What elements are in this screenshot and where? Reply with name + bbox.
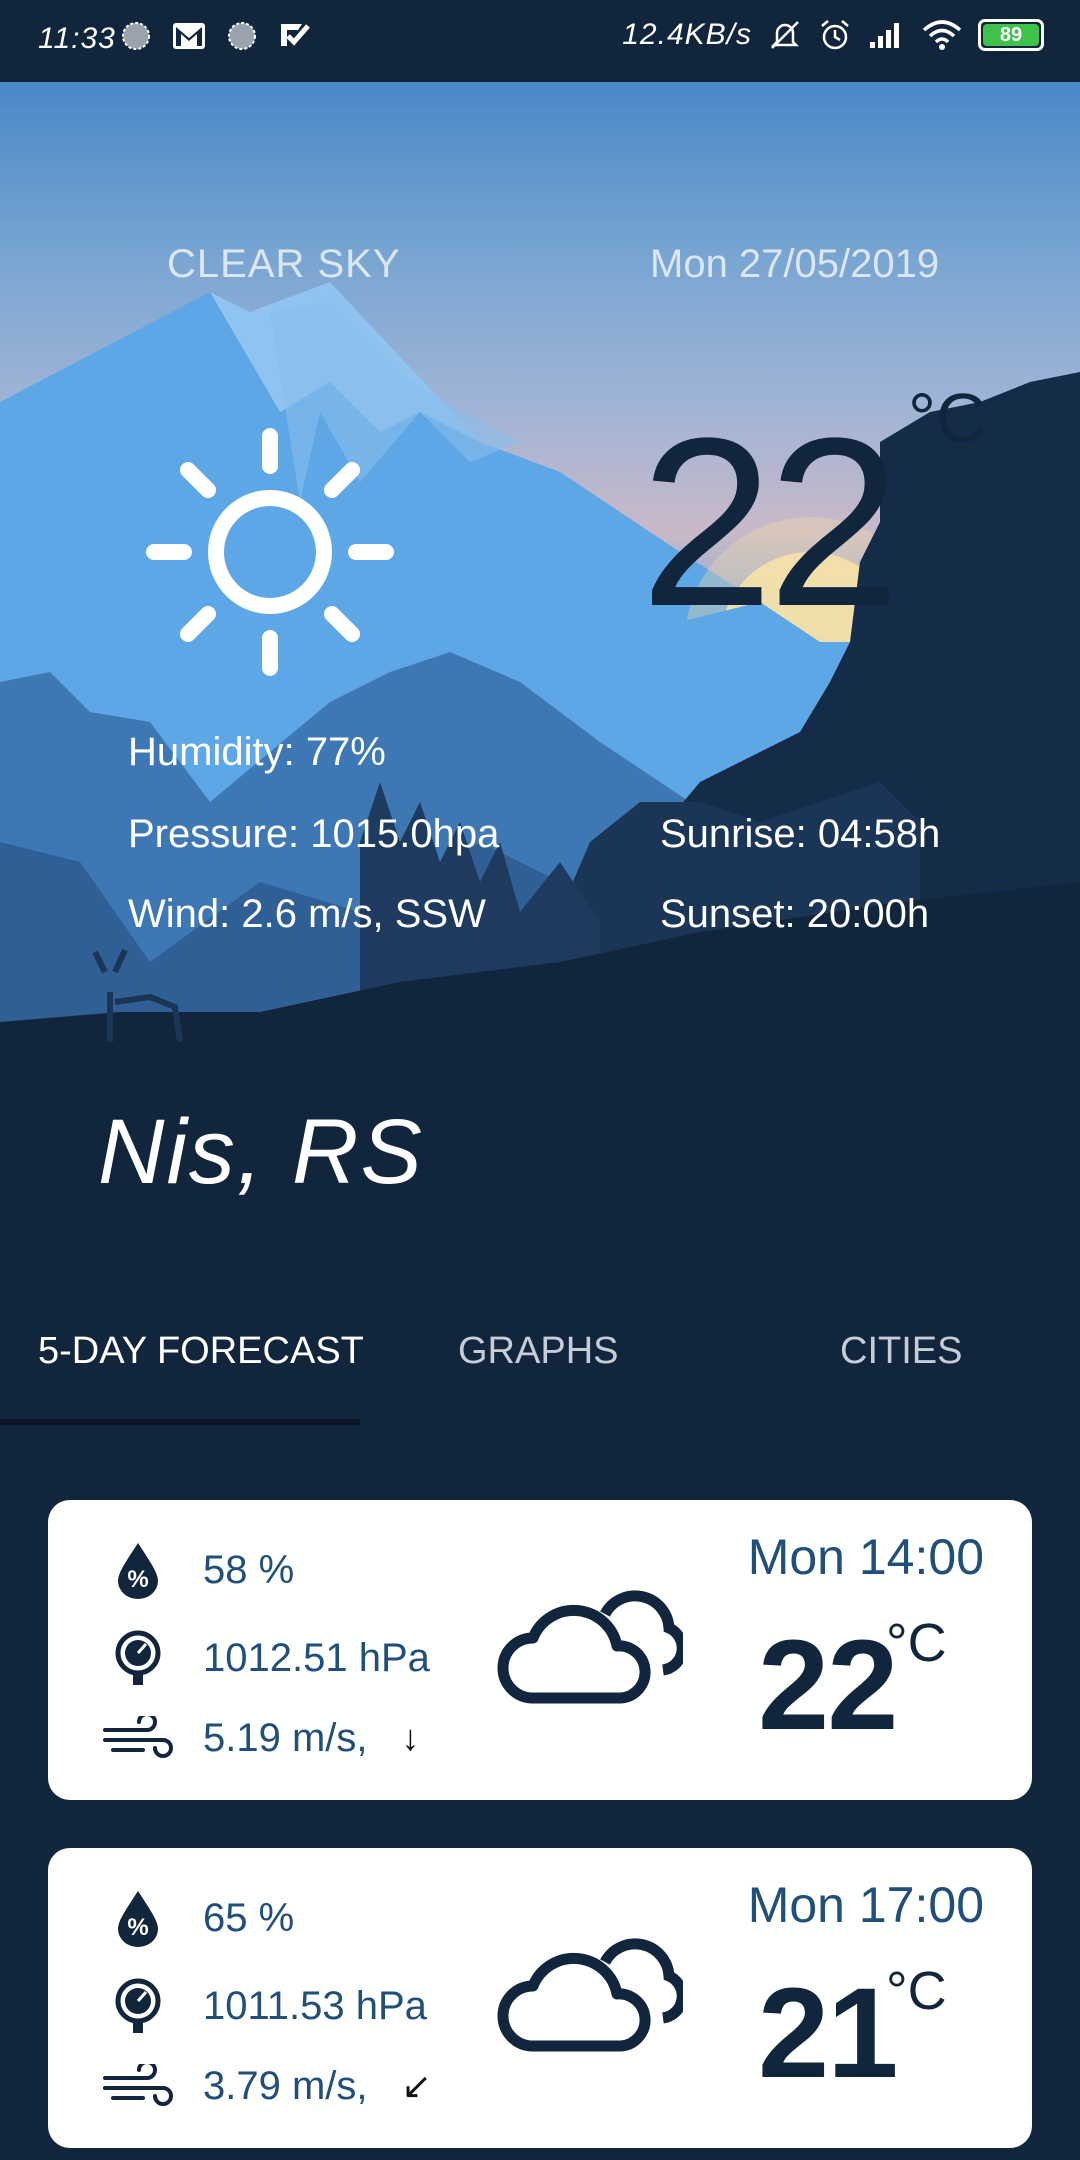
notification-icons bbox=[120, 20, 310, 52]
cloud-icon bbox=[497, 1938, 683, 2052]
humidity-label: Humidity: 77% bbox=[128, 730, 386, 774]
forecast-humidity: 65 % bbox=[203, 1895, 295, 1940]
forecast-pressure-row: 1012.51 hPa bbox=[103, 1628, 430, 1688]
forecast-time: Mon 17:00 bbox=[747, 1877, 984, 1933]
check-icon bbox=[281, 24, 310, 46]
wind-direction-arrow: ↓ bbox=[401, 1717, 420, 1758]
battery-level: 89 bbox=[999, 23, 1023, 46]
forecast-pressure: 1011.53 hPa bbox=[203, 1983, 427, 2028]
barometer-icon bbox=[103, 1976, 173, 2036]
svg-text:%: % bbox=[127, 1914, 148, 1941]
wind-direction-arrow: ↙ bbox=[401, 2065, 432, 2106]
wind-icon bbox=[103, 2056, 173, 2116]
sun-icon bbox=[146, 428, 394, 676]
tab-bar: 5-DAY FORECAST GRAPHS CITIES bbox=[0, 1300, 1080, 1430]
cloud-icon bbox=[497, 1590, 683, 1704]
forecast-temperature-unit: °C bbox=[886, 1961, 947, 2021]
forecast-wind: 5.19 m/s, bbox=[203, 1715, 368, 1760]
forecast-wind-row: 3.79 m/s, ↙ bbox=[103, 2056, 432, 2116]
forecast-time: Mon 14:00 bbox=[747, 1529, 984, 1585]
sunrise-label: Sunrise: 04:58h bbox=[660, 812, 941, 856]
forecast-temperature-unit: °C bbox=[886, 1613, 947, 1673]
forecast-humidity: 58 % bbox=[203, 1547, 295, 1592]
tab-cities[interactable]: CITIES bbox=[840, 1330, 962, 1373]
forecast-temperature: 21 bbox=[758, 1962, 898, 2105]
signal-icon bbox=[870, 23, 899, 48]
city-name: Nis, RS bbox=[98, 1101, 424, 1203]
forecast-pressure: 1012.51 hPa bbox=[203, 1635, 430, 1680]
active-tab-indicator bbox=[0, 1419, 360, 1425]
tab-5-day-forecast[interactable]: 5-DAY FORECAST bbox=[38, 1330, 364, 1373]
tab-graphs[interactable]: GRAPHS bbox=[458, 1330, 618, 1373]
forecast-card[interactable]: % 65 % 1011.53 hPa 3.79 m/s, ↙ Mon 17:00… bbox=[48, 1848, 1032, 2148]
gmail-icon bbox=[173, 23, 205, 49]
pressure-label: Pressure: 1015.0hpa bbox=[128, 812, 500, 856]
system-icons: 12.4KB/s 89 bbox=[622, 18, 1044, 52]
sunset-label: Sunset: 20:00h bbox=[660, 892, 930, 936]
current-temperature: 22 bbox=[640, 388, 901, 656]
status-bar: 11:33 12.4KB/s 89 bbox=[0, 0, 1080, 82]
battery-icon: 89 bbox=[978, 19, 1044, 51]
forecast-wind: 3.79 m/s, bbox=[203, 2063, 368, 2108]
humidity-drop-icon: % bbox=[103, 1888, 173, 1948]
barometer-icon bbox=[103, 1628, 173, 1688]
weather-condition: CLEAR SKY bbox=[167, 242, 401, 286]
status-time: 11:33 bbox=[38, 22, 116, 55]
mute-icon bbox=[770, 21, 800, 49]
forecast-temperature: 22 bbox=[758, 1614, 898, 1757]
temperature-unit: °C bbox=[908, 379, 987, 457]
alarm-icon bbox=[821, 20, 849, 50]
current-date: Mon 27/05/2019 bbox=[650, 242, 940, 286]
forecast-wind-row: 5.19 m/s, ↓ bbox=[103, 1708, 420, 1768]
forecast-pressure-row: 1011.53 hPa bbox=[103, 1976, 427, 2036]
wifi-icon bbox=[922, 20, 962, 50]
current-weather-panel: CLEAR SKY Mon 27/05/2019 22 °C Humidity:… bbox=[0, 82, 1080, 1082]
loading-icon bbox=[228, 22, 256, 50]
network-speed: 12.4KB/s bbox=[622, 18, 752, 51]
humidity-drop-icon: % bbox=[103, 1540, 173, 1600]
svg-text:%: % bbox=[127, 1566, 148, 1593]
wind-label: Wind: 2.6 m/s, SSW bbox=[128, 892, 486, 936]
forecast-card[interactable]: % 58 % 1012.51 hPa 5.19 m/s, ↓ Mon 14:00… bbox=[48, 1500, 1032, 1800]
forecast-humidity-row: % 65 % bbox=[103, 1888, 294, 1948]
wind-icon bbox=[103, 1708, 173, 1768]
loading-icon bbox=[122, 22, 150, 50]
forecast-humidity-row: % 58 % bbox=[103, 1540, 294, 1600]
